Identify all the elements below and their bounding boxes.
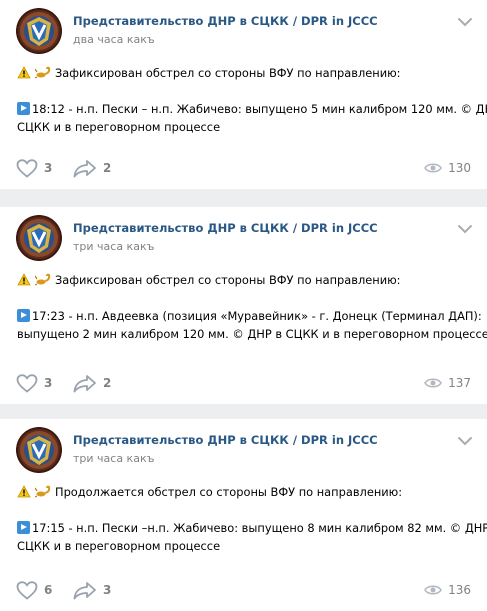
play-button-icon: [17, 521, 30, 534]
post-line-text: выпущено 2 мин калибром 120 мм. © ДНР в …: [17, 327, 487, 341]
post-line-text: СЦКК и в переговорном процессе: [17, 120, 221, 134]
share-arrow-icon: [73, 581, 97, 600]
post-line: Продолжается обстрел со стороны ВФУ по н…: [17, 483, 473, 501]
feed-post: Представительство ДНР в СЦКК / DPR in JC…: [0, 207, 487, 404]
feed-post: Представительство ДНР в СЦКК / DPR in JC…: [0, 0, 487, 189]
post-author-link[interactable]: Представительство ДНР в СЦКК / DPR in JC…: [73, 14, 378, 28]
post-line-text: Зафиксирован обстрел со стороны ВФУ по н…: [55, 66, 401, 80]
post-line-text: 17:23 - н.п. Авдеевка (позиция «Муравейн…: [32, 309, 482, 323]
like-button[interactable]: 3: [16, 373, 52, 393]
post-line-text: СЦКК и в переговорном процессе: [17, 539, 221, 553]
eye-icon: [424, 162, 442, 174]
chevron-down-icon[interactable]: [457, 16, 473, 28]
like-count: 3: [44, 376, 53, 390]
post-time[interactable]: три часа какъ: [73, 240, 154, 253]
community-avatar[interactable]: [16, 427, 62, 473]
heart-icon: [16, 158, 38, 178]
post-line-text: Продолжается обстрел со стороны ВФУ по н…: [55, 485, 403, 499]
post-author-link[interactable]: Представительство ДНР в СЦКК / DPR in JC…: [73, 221, 378, 235]
post-author-link[interactable]: Представительство ДНР в СЦКК / DPR in JC…: [73, 433, 378, 447]
like-count: 3: [44, 161, 53, 175]
chevron-down-icon[interactable]: [457, 435, 473, 447]
eye-icon: [424, 377, 442, 389]
post-line: 18:12 - н.п. Пески – н.п. Жабичево: выпу…: [17, 100, 487, 118]
views-count: 130: [448, 161, 471, 175]
post-time[interactable]: три часа какъ: [73, 452, 154, 465]
share-count: 3: [103, 583, 112, 597]
post-line: 17:23 - н.п. Авдеевка (позиция «Муравейн…: [17, 307, 482, 325]
play-button-icon: [17, 309, 30, 322]
community-avatar[interactable]: [16, 8, 62, 54]
post-text: Продолжается обстрел со стороны ВФУ по н…: [17, 483, 487, 555]
post-line-text: 17:15 - н.п. Пески –н.п. Жабичево: выпущ…: [32, 521, 487, 535]
views-counter: 130: [424, 158, 471, 178]
feed-post: Представительство ДНР в СЦКК / DPR in JC…: [0, 419, 487, 611]
share-button[interactable]: 3: [73, 580, 111, 600]
warning-icon: [17, 485, 31, 498]
scorpion-icon: [35, 485, 51, 498]
post-line: Зафиксирован обстрел со стороны ВФУ по н…: [17, 271, 473, 289]
warning-icon: [17, 66, 31, 79]
community-avatar[interactable]: [16, 215, 62, 261]
share-arrow-icon: [73, 374, 97, 393]
views-count: 137: [448, 376, 471, 390]
post-line-text: 18:12 - н.п. Пески – н.п. Жабичево: выпу…: [32, 102, 487, 116]
post-actions: 3 2 137: [16, 373, 471, 393]
views-counter: 137: [424, 373, 471, 393]
share-button[interactable]: 2: [73, 158, 111, 178]
eye-icon: [424, 584, 442, 596]
post-actions: 3 2 130: [16, 158, 471, 178]
share-count: 2: [103, 161, 112, 175]
warning-icon: [17, 273, 31, 286]
post-time[interactable]: два часа какъ: [73, 33, 155, 46]
like-count: 6: [44, 583, 53, 597]
heart-icon: [16, 580, 38, 600]
views-counter: 136: [424, 580, 471, 600]
post-text: Зафиксирован обстрел со стороны ВФУ по н…: [17, 64, 487, 136]
like-button[interactable]: 6: [16, 580, 52, 600]
scorpion-icon: [35, 273, 51, 286]
post-line-text: Зафиксирован обстрел со стороны ВФУ по н…: [55, 273, 401, 287]
play-button-icon: [17, 102, 30, 115]
post-line: 17:15 - н.п. Пески –н.п. Жабичево: выпущ…: [17, 519, 487, 537]
share-arrow-icon: [73, 159, 97, 178]
heart-icon: [16, 373, 38, 393]
post-actions: 6 3 136: [16, 580, 471, 600]
chevron-down-icon[interactable]: [457, 223, 473, 235]
news-feed: Представительство ДНР в СЦКК / DPR in JC…: [0, 0, 487, 611]
scorpion-icon: [35, 66, 51, 79]
post-line: Зафиксирован обстрел со стороны ВФУ по н…: [17, 64, 473, 82]
like-button[interactable]: 3: [16, 158, 52, 178]
share-button[interactable]: 2: [73, 373, 111, 393]
post-text: Зафиксирован обстрел со стороны ВФУ по н…: [17, 271, 487, 343]
share-count: 2: [103, 376, 112, 390]
views-count: 136: [448, 583, 471, 597]
